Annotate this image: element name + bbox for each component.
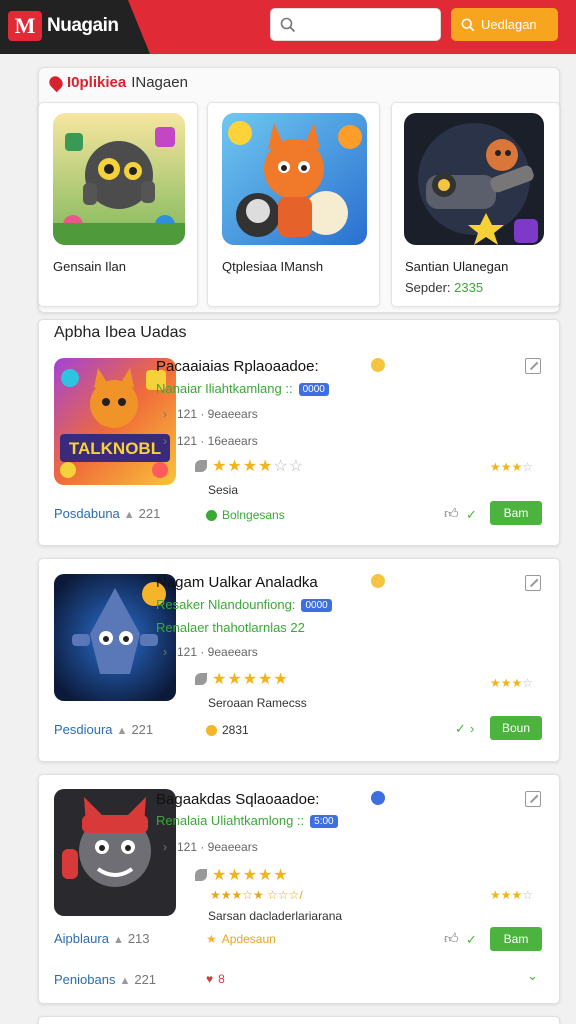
meta-row: › 121 · 9eaeears <box>163 407 258 421</box>
chevron-right-icon: › <box>163 407 167 421</box>
app-developer[interactable]: Resaker Nlandounfiong: 0000 <box>156 597 332 613</box>
app-developer[interactable]: Renalaia Uliahtkamlong :: 5:00 <box>156 813 338 829</box>
search-icon <box>461 18 475 31</box>
featured-item-sub: Sepder: 2335 <box>405 280 484 295</box>
app-note: Seroaan Ramecss <box>208 696 307 710</box>
app-card-4[interactable] <box>38 1016 560 1024</box>
status-dot-icon <box>206 724 217 736</box>
app-icon[interactable] <box>54 789 176 916</box>
rating-stars: ★★★★★ <box>212 867 289 884</box>
meta-row: › 121 · 16eaears <box>163 434 258 448</box>
chevron-right-icon: › <box>163 840 167 854</box>
app-developer-secondary: Renalaer thahotlarnlas 22 <box>156 620 305 635</box>
rating-stars-small: ★★★☆ <box>490 676 534 690</box>
info-chip: 0000 <box>301 599 332 613</box>
featured-item-3[interactable]: Santian Ulanegan Sepder: 2335 <box>391 102 560 307</box>
triangle-icon: ▲ <box>123 509 135 521</box>
category-link[interactable]: Posdabuna ▲ 221 <box>54 506 160 521</box>
featured-item-1[interactable]: Gensain Ilan <box>38 102 198 307</box>
thumb-up-icon[interactable]: 👍︎ <box>444 505 459 522</box>
triangle-icon: ▲ <box>116 725 128 737</box>
category-link[interactable]: Aipblaura ▲ 213 <box>54 931 150 946</box>
star-icon: ★ <box>206 932 217 946</box>
category-link[interactable]: Pesdioura ▲ 221 <box>54 722 153 737</box>
app-developer[interactable]: Nanaiar Iliahtkamlang :: 0000 <box>156 381 329 397</box>
meta-row: › 121 · 9eaeears <box>163 840 258 854</box>
header-action-button[interactable]: Uedlagan <box>451 8 558 41</box>
search-icon <box>280 17 296 33</box>
badge-icon <box>371 358 385 372</box>
header-button-label: Uedlagan <box>481 17 537 32</box>
chevron-right-icon: › <box>163 434 167 448</box>
triangle-icon: ▲ <box>119 975 131 987</box>
featured-item-image[interactable] <box>53 113 185 245</box>
check-icon: ✓ <box>455 721 466 736</box>
rating-stars-small: ★★★☆ <box>490 460 534 474</box>
install-button[interactable]: Boun <box>490 716 542 740</box>
featured-item-name[interactable]: Santian Ulanegan <box>405 259 508 274</box>
rating-stars: ★★★★★ <box>212 671 289 688</box>
rating-stars-tiny: ★★★☆★ ☆☆☆/ <box>210 888 303 902</box>
rating-stars: ★★★★☆☆ <box>212 458 305 475</box>
status-label: 2831 <box>206 723 249 737</box>
search-input[interactable] <box>301 15 431 35</box>
logo-icon: M <box>8 11 42 41</box>
logo-text: Nuagain <box>47 15 119 36</box>
featured-item-image[interactable] <box>222 113 367 245</box>
chevron-right-icon: › <box>470 721 475 736</box>
install-button[interactable]: Bam <box>490 927 542 951</box>
chevron-down-icon[interactable]: ⌄ <box>527 968 538 984</box>
search-box[interactable] <box>270 8 441 41</box>
leaf-icon <box>195 673 207 685</box>
app-title[interactable]: Nagam Ualkar Analadka <box>156 574 318 591</box>
thumb-up-icon[interactable]: 👍︎ <box>444 930 459 947</box>
info-chip: 0000 <box>298 383 329 397</box>
meta-row: › 121 · 9eaeears <box>163 645 258 659</box>
info-chip: 5:00 <box>310 815 338 829</box>
app-note: Sarsan dacladerlariarana <box>208 909 343 923</box>
badge-icon <box>371 791 385 805</box>
featured-title: I0plikiea INagaen <box>46 73 188 92</box>
category-link-secondary[interactable]: Peniobans ▲ 221 <box>54 972 156 987</box>
app-icon[interactable] <box>54 574 176 701</box>
leaf-icon <box>195 869 207 881</box>
rating-stars-small: ★★★☆ <box>490 888 534 902</box>
featured-item-image[interactable] <box>404 113 544 245</box>
status-label: ★ Apdesaun <box>206 932 276 946</box>
edit-icon[interactable] <box>525 575 541 591</box>
status-label: Bolngesans <box>206 508 285 522</box>
check-icon: ✓ <box>466 932 477 947</box>
heart-icon: ♥ <box>206 972 214 986</box>
edit-icon[interactable] <box>525 791 541 807</box>
badge-icon <box>371 574 385 588</box>
chevron-right-icon: › <box>163 645 167 659</box>
check-icon: ✓ <box>466 507 477 522</box>
triangle-icon: ▲ <box>112 934 124 946</box>
featured-item-name[interactable]: Qtplesiaa IMansh <box>222 259 323 274</box>
app-icon[interactable]: TALKNOBL <box>54 358 176 485</box>
app-title[interactable]: Bagaakdas Sqlaoaadoe: <box>156 791 319 808</box>
logo-area[interactable]: M Nuagain <box>0 0 150 54</box>
top-header: M Nuagain Uedlagan <box>0 0 576 54</box>
featured-item-name[interactable]: Gensain Ilan <box>53 259 126 274</box>
section-title: Apbha Ibea Uadas <box>54 324 187 341</box>
install-button[interactable]: Bam <box>490 501 542 525</box>
status-dot-icon <box>206 509 217 521</box>
edit-icon[interactable] <box>525 358 541 374</box>
likes-label: ♥ 8 <box>206 972 225 986</box>
app-title[interactable]: Pacaaiaias Rplaoaadoe: <box>156 358 319 375</box>
featured-item-2[interactable]: Qtplesiaa IMansh <box>207 102 380 307</box>
leaf-icon <box>195 460 207 472</box>
pin-icon <box>46 73 66 92</box>
app-note: Sesia <box>208 483 239 497</box>
app-icon-text: TALKNOBL <box>69 439 161 458</box>
